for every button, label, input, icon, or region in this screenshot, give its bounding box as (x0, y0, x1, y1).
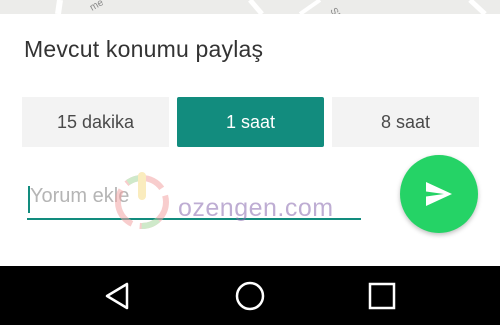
comment-field[interactable] (27, 174, 361, 222)
map-background: me Sk (0, 0, 500, 14)
send-icon (426, 182, 452, 206)
home-button[interactable] (232, 278, 268, 314)
send-button[interactable] (400, 155, 478, 233)
duration-option-8-hours[interactable]: 8 saat (332, 97, 479, 147)
back-triangle-icon (105, 282, 129, 310)
comment-underline (27, 218, 361, 220)
recents-button[interactable] (364, 278, 400, 314)
comment-input[interactable] (27, 174, 361, 218)
sheet-title: Mevcut konumu paylaş (24, 36, 264, 62)
back-button[interactable] (100, 278, 136, 314)
map-street-label: Sk (327, 6, 343, 14)
map-roads: me Sk (55, 0, 487, 14)
duration-option-1-hour[interactable]: 1 saat (177, 97, 324, 147)
duration-option-15-min[interactable]: 15 dakika (22, 97, 169, 147)
home-circle-icon (235, 281, 265, 311)
recents-square-icon (368, 282, 396, 310)
map-street-label: me (88, 0, 106, 14)
android-navigation-bar (0, 266, 500, 325)
text-caret (28, 186, 30, 213)
